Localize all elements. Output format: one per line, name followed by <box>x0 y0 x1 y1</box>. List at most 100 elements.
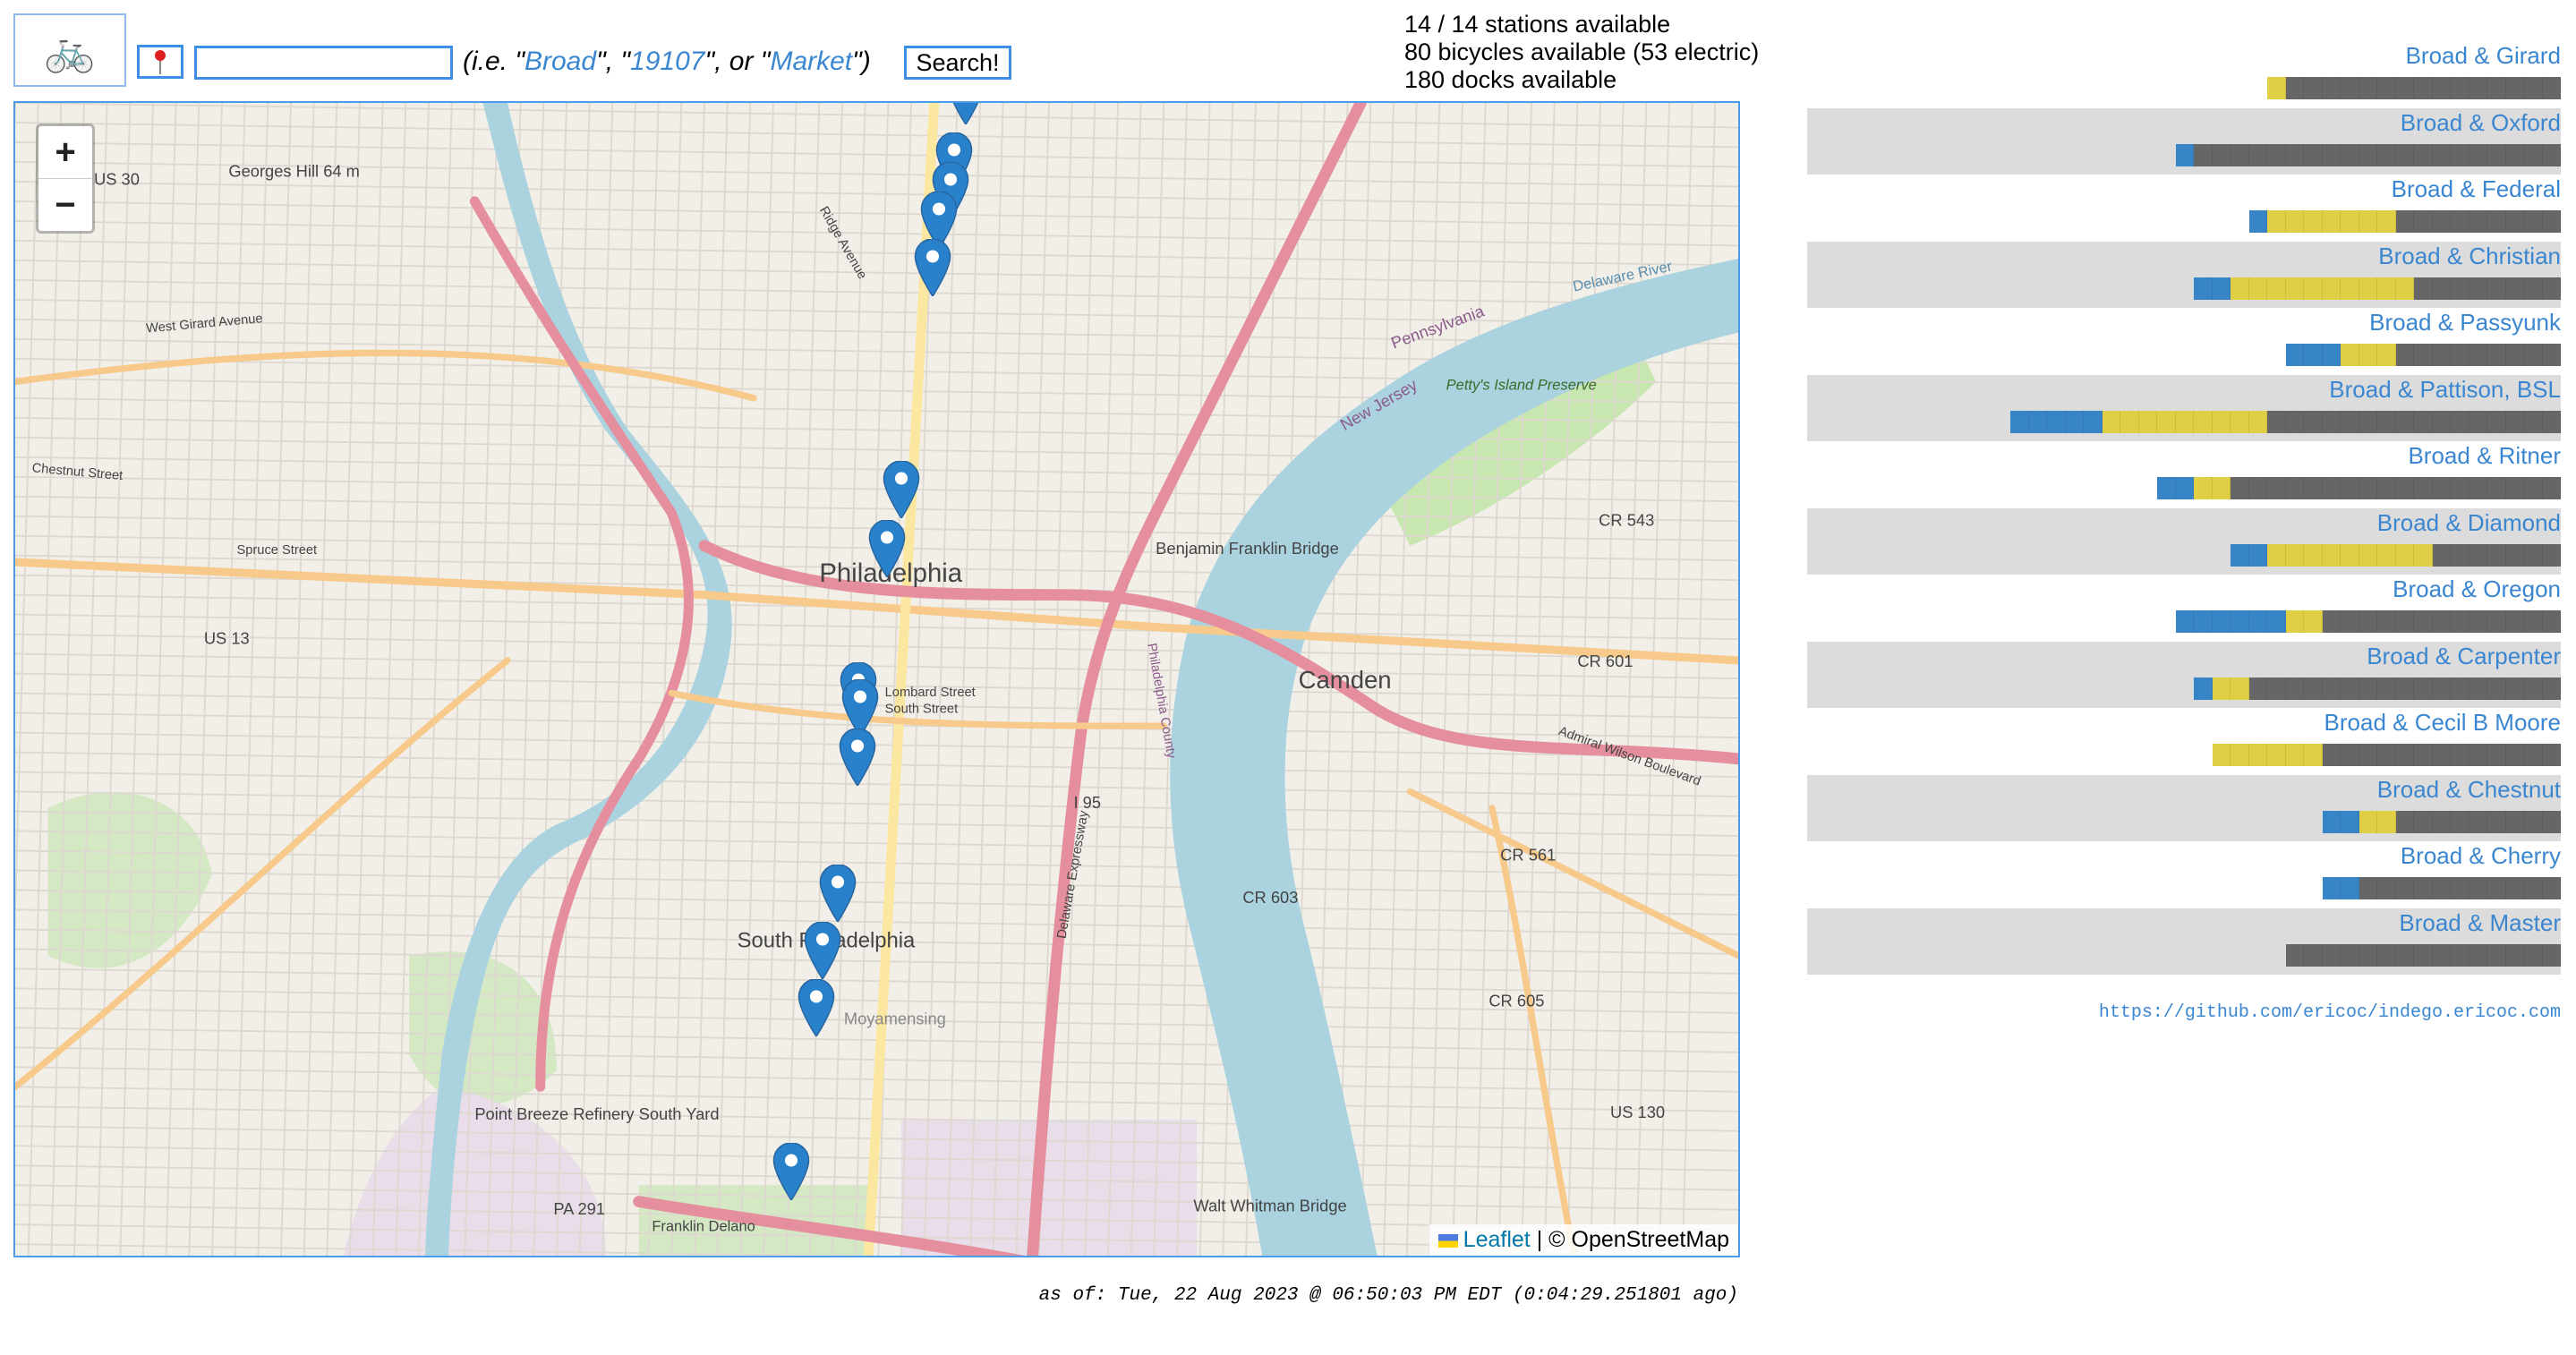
electric-bike-segment <box>2248 744 2267 766</box>
station-marker[interactable] <box>817 864 858 922</box>
example-link-market[interactable]: Market <box>770 47 852 76</box>
empty-dock-segment <box>2451 277 2469 300</box>
empty-dock-segment <box>2377 943 2396 967</box>
empty-dock-segment <box>2542 810 2561 833</box>
station-capacity-bar <box>2194 277 2561 300</box>
empty-dock-segment <box>2487 610 2506 633</box>
empty-dock-segment <box>2469 877 2487 899</box>
station-marker[interactable] <box>866 519 908 577</box>
classic-bike-segment <box>2157 477 2176 499</box>
classic-bike-segment <box>2341 810 2359 833</box>
empty-dock-segment <box>2231 143 2249 166</box>
empty-dock-segment <box>2414 677 2433 700</box>
search-button[interactable]: Search! <box>904 46 1011 80</box>
electric-bike-segment <box>2304 210 2323 233</box>
empty-dock-segment <box>2414 344 2433 366</box>
station-link[interactable]: Broad & Diamond <box>2377 508 2561 537</box>
empty-dock-segment <box>2451 610 2469 633</box>
empty-dock-segment <box>2487 410 2506 433</box>
empty-dock-segment <box>2212 143 2231 166</box>
empty-dock-segment <box>2432 143 2451 166</box>
classic-bike-segment <box>2248 610 2267 633</box>
example-link-broad[interactable]: Broad <box>525 47 596 76</box>
empty-dock-segment <box>2358 677 2377 700</box>
zoom-in-button[interactable]: + <box>38 126 92 178</box>
station-link[interactable]: Broad & Ritner <box>2408 441 2561 470</box>
empty-dock-segment <box>2231 477 2249 499</box>
map-label: Camden <box>1299 666 1392 694</box>
electric-bike-segment <box>2377 210 2396 233</box>
empty-dock-segment <box>2542 744 2561 766</box>
electric-bike-segment <box>2395 277 2414 300</box>
electric-bike-segment <box>2212 677 2231 700</box>
stations-available: 14 / 14 stations available <box>1404 11 1671 38</box>
leaflet-link[interactable]: Leaflet <box>1463 1227 1531 1252</box>
search-input[interactable] <box>194 46 453 80</box>
empty-dock-segment <box>2395 77 2414 99</box>
empty-dock-segment <box>2505 810 2524 833</box>
station-link[interactable]: Broad & Oregon <box>2393 575 2561 603</box>
classic-bike-segment <box>2194 677 2213 700</box>
station-link[interactable]: Broad & Oxford <box>2401 108 2561 137</box>
station-capacity-bar <box>2322 810 2561 833</box>
empty-dock-segment <box>2395 744 2414 766</box>
station-link[interactable]: Broad & Passyunk <box>2369 308 2561 337</box>
station-link[interactable]: Broad & Carpenter <box>2367 642 2561 670</box>
station-list: Broad & Girard Broad & Oxford Broad & Fede… <box>1807 41 2561 975</box>
electric-bike-segment <box>2231 744 2249 766</box>
electric-bike-segment <box>2358 543 2377 567</box>
empty-dock-segment <box>2322 610 2341 633</box>
classic-bike-segment <box>2248 210 2267 233</box>
locate-button[interactable] <box>137 45 183 79</box>
electric-bike-segment <box>2157 410 2176 433</box>
empty-dock-segment <box>2487 143 2506 166</box>
empty-dock-segment <box>2414 277 2433 300</box>
electric-bike-segment <box>2138 410 2157 433</box>
station-link[interactable]: Broad & Girard <box>2406 41 2561 70</box>
station-link[interactable]: Broad & Pattison, BSL <box>2329 375 2561 404</box>
bike-home-button[interactable]: 🚲 <box>13 13 126 87</box>
station-marker[interactable] <box>837 728 878 786</box>
bikes-available: 80 bicycles available (53 electric) <box>1404 38 1760 65</box>
station-link[interactable]: Broad & Master <box>2399 908 2561 937</box>
station-link[interactable]: Broad & Chestnut <box>2377 775 2561 804</box>
station-link[interactable]: Broad & Cherry <box>2401 841 2561 870</box>
station-link[interactable]: Broad & Federal <box>2392 175 2561 203</box>
map[interactable]: Philadelphia Camden South Philadelphia B… <box>13 101 1740 1257</box>
empty-dock-segment <box>2487 477 2506 499</box>
classic-bike-segment <box>2028 410 2047 433</box>
station-marker[interactable] <box>881 460 922 518</box>
empty-dock-segment <box>2542 477 2561 499</box>
empty-dock-segment <box>2341 477 2359 499</box>
electric-bike-segment <box>2267 277 2286 300</box>
classic-bike-segment <box>2285 344 2304 366</box>
station-marker[interactable] <box>945 103 986 124</box>
empty-dock-segment <box>2487 810 2506 833</box>
empty-dock-segment <box>2248 677 2267 700</box>
station-marker[interactable] <box>802 921 843 979</box>
empty-dock-segment <box>2414 77 2433 99</box>
github-link[interactable]: https://github.com/ericoc/indego.ericoc.… <box>2099 1002 2561 1023</box>
station-marker[interactable] <box>912 239 953 297</box>
empty-dock-segment <box>2542 210 2561 233</box>
classic-bike-segment <box>2231 610 2249 633</box>
zoom-out-button[interactable]: − <box>38 178 92 231</box>
station-link[interactable]: Broad & Christian <box>2378 242 2561 270</box>
example-link-zip[interactable]: 19107 <box>630 47 704 76</box>
empty-dock-segment <box>2248 477 2267 499</box>
empty-dock-segment <box>2414 143 2433 166</box>
empty-dock-segment <box>2524 877 2543 899</box>
station-link[interactable]: Broad & Cecil B Moore <box>2324 708 2561 737</box>
electric-bike-segment <box>2267 744 2286 766</box>
map-label: Georges Hill 64 m <box>228 161 360 180</box>
empty-dock-segment <box>2469 810 2487 833</box>
classic-bike-segment <box>2212 277 2231 300</box>
station-marker[interactable] <box>771 1143 812 1201</box>
empty-dock-segment <box>2377 677 2396 700</box>
classic-bike-segment <box>2175 143 2194 166</box>
empty-dock-segment <box>2432 810 2451 833</box>
osm-attribution[interactable]: © OpenStreetMap <box>1548 1227 1729 1252</box>
map-label: Walt Whitman Bridge <box>1193 1197 1346 1215</box>
electric-bike-segment <box>2285 543 2304 567</box>
station-marker[interactable] <box>796 979 837 1036</box>
